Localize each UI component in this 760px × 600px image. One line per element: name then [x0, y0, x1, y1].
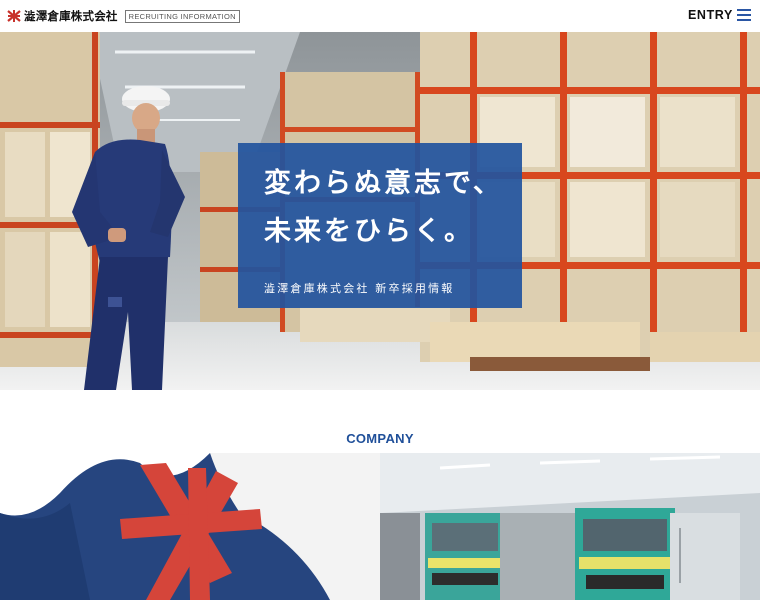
hero-headline-line-2: 未来をひらく。 [264, 216, 474, 247]
hero-headline-line-1: 変わらぬ意志で、 [264, 168, 503, 199]
flag-photo [0, 453, 380, 600]
company-photo-trucks[interactable] [380, 453, 760, 600]
trucks-photo [380, 453, 760, 600]
site-header: 澁澤倉庫株式会社 RECRUITING INFORMATION ENTRY [0, 0, 760, 32]
logo-text: 澁澤倉庫株式会社 [24, 9, 118, 23]
company-section-title: COMPANY [346, 431, 414, 446]
entry-link[interactable]: ENTRY [688, 8, 733, 22]
recruiting-information-tag: RECRUITING INFORMATION [124, 9, 240, 23]
company-logo[interactable]: 澁澤倉庫株式会社 [7, 0, 118, 32]
hero-headline-panel: 変わらぬ意志で、 未来をひらく。 澁澤倉庫株式会社 新卒採用情報 [238, 143, 522, 308]
hero-banner: 変わらぬ意志で、 未来をひらく。 澁澤倉庫株式会社 新卒採用情報 [0, 32, 760, 390]
hamburger-menu-icon[interactable] [737, 9, 751, 23]
hero-subline: 澁澤倉庫株式会社 新卒採用情報 [264, 282, 455, 295]
company-photo-flag[interactable] [0, 453, 380, 600]
logo-mark-icon [7, 9, 21, 23]
